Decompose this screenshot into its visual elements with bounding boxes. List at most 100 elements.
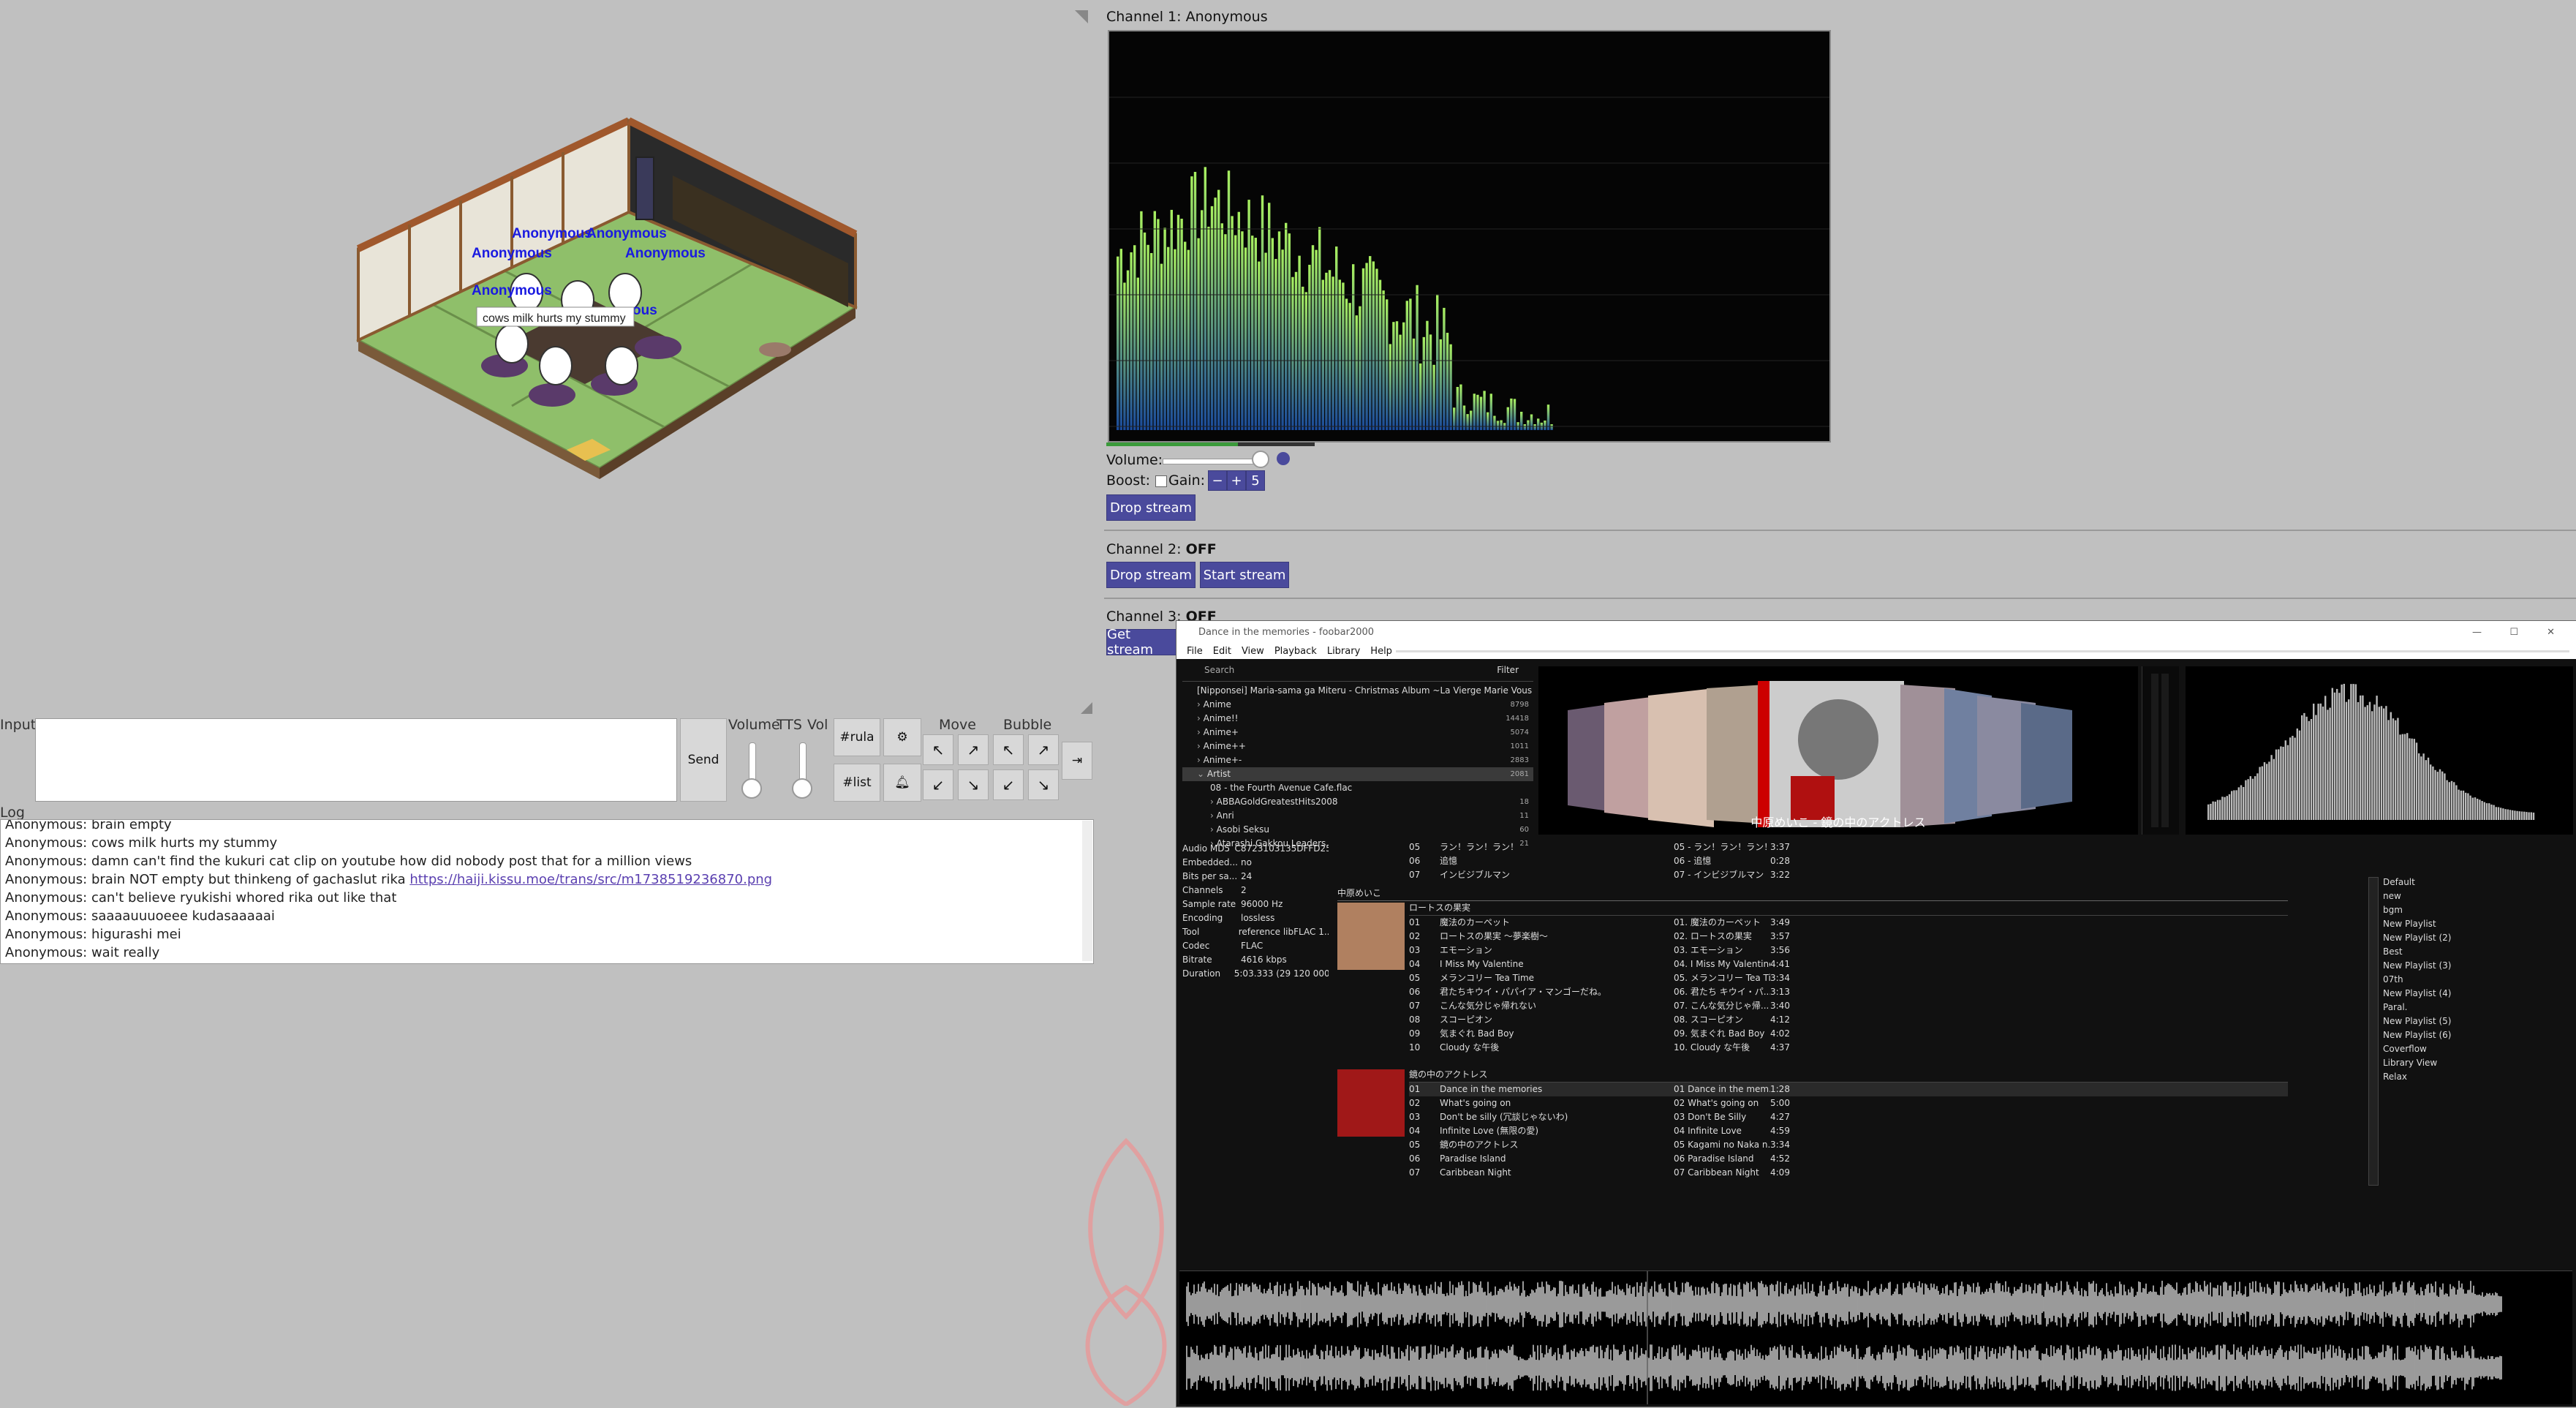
tree-item[interactable]: › Anime+ 5074 bbox=[1182, 726, 1533, 739]
playlist-item[interactable]: Default bbox=[2383, 876, 2558, 889]
channel-volume-knob[interactable] bbox=[1252, 451, 1269, 468]
filter-button[interactable]: Filter bbox=[1497, 665, 1519, 675]
menu-help[interactable]: Help bbox=[1370, 646, 1392, 657]
tree-item[interactable]: › Anri 11 bbox=[1182, 809, 1533, 823]
bell-icon[interactable]: 🔔︎ bbox=[883, 764, 921, 802]
track-row[interactable]: 03 Don't be silly (冗談じゃないわ) 03 Don't Be Si… bbox=[1409, 1110, 2288, 1124]
track-row[interactable]: 01 Dance in the memories 01 Dance in the m… bbox=[1409, 1083, 2288, 1096]
rula-button[interactable]: #rula bbox=[834, 718, 880, 756]
track-row[interactable]: 06 Paradise Island 06 Paradise Island 4:52 bbox=[1409, 1152, 2288, 1166]
gain-minus-button[interactable]: − bbox=[1208, 470, 1227, 491]
track-row[interactable]: 07 インビジブルマン 07 - インビジブルマン 3:22 bbox=[1409, 868, 2288, 882]
tree-expand-icon[interactable]: › bbox=[1197, 727, 1204, 737]
info-icon[interactable] bbox=[1277, 452, 1290, 465]
waveform-seekbar[interactable] bbox=[1179, 1270, 2572, 1404]
playlist-item[interactable]: Library View bbox=[2383, 1056, 2558, 1070]
start-stream-button[interactable]: Start stream bbox=[1200, 562, 1289, 588]
track-row[interactable]: 05 ラン！ラン！ラン！ 05 - ラン！ラン！ラン！ 3:37 bbox=[1409, 840, 2288, 854]
room-canvas[interactable]: Anonymous Anonymous Anonymous Anonymous … bbox=[0, 0, 1095, 713]
playlist-item[interactable]: New Playlist (6) bbox=[2383, 1028, 2558, 1042]
tree-item[interactable]: › Asobi Seksu 60 bbox=[1182, 823, 1533, 837]
track-row[interactable]: 06 追憶 06 - 追憶 0:28 bbox=[1409, 854, 2288, 868]
tree-item[interactable]: › Anime!! 14418 bbox=[1182, 712, 1533, 726]
resize-handle[interactable] bbox=[1081, 702, 1092, 714]
playlist-item[interactable]: Coverflow bbox=[2383, 1042, 2558, 1056]
playlist-item[interactable]: 07th bbox=[2383, 973, 2558, 987]
bubble-down-left-icon[interactable]: ↙ bbox=[993, 769, 1024, 800]
tree-item[interactable]: 08 - the Fourth Avenue Cafe.flac bbox=[1182, 781, 1533, 795]
playlist-item[interactable]: New Playlist (5) bbox=[2383, 1014, 2558, 1028]
bubble-down-right-icon[interactable]: ↘ bbox=[1028, 769, 1059, 800]
send-button[interactable]: Send bbox=[680, 718, 727, 802]
playlist-scrollbar[interactable] bbox=[2368, 877, 2379, 1186]
move-up-right-icon[interactable]: ↗ bbox=[958, 734, 989, 765]
tree-expand-icon[interactable]: › bbox=[1197, 713, 1204, 723]
logout-icon[interactable]: ⇥ bbox=[1062, 742, 1092, 780]
gain-checkbox[interactable] bbox=[1155, 475, 1167, 487]
seekbar[interactable] bbox=[1396, 650, 2569, 652]
track-row[interactable]: 04 Infinite Love (無限の愛) 04 Infinite Love 4:… bbox=[1409, 1124, 2288, 1138]
playlist-manager[interactable]: Default new bgm New Playlist New Playlist (2… bbox=[2383, 876, 2558, 1084]
tree-expand-icon[interactable]: › bbox=[1197, 741, 1204, 751]
tree-item[interactable]: › Anime++ 1011 bbox=[1182, 739, 1533, 753]
track-row[interactable]: 07 こんな気分じゃ帰れない 07. こんな気分じゃ帰... 3:40 bbox=[1409, 999, 2288, 1013]
tree-expand-icon[interactable]: › bbox=[1210, 824, 1217, 835]
coverflow[interactable] bbox=[1538, 666, 2138, 835]
track-row[interactable]: 08 スコーピオン 08. スコーピオン 4:12 bbox=[1409, 1013, 2288, 1027]
log-link[interactable]: https://haiji.kissu.moe/trans/src/m17385… bbox=[409, 872, 772, 887]
track-row[interactable]: 07 Caribbean Night 07 Caribbean Night 4:09 bbox=[1409, 1166, 2288, 1180]
track-row[interactable]: 04 I Miss My Valentine 04. I Miss My Valen… bbox=[1409, 957, 2288, 971]
chat-log[interactable]: Anonymous: brain empty Anonymous: cows m… bbox=[0, 819, 1094, 964]
menu-view[interactable]: View bbox=[1242, 646, 1264, 657]
tree-expand-icon[interactable]: › bbox=[1197, 699, 1204, 709]
playlist-item[interactable]: Best bbox=[2383, 945, 2558, 959]
room-expand-icon[interactable] bbox=[1075, 10, 1088, 23]
close-icon[interactable]: ✕ bbox=[2547, 627, 2555, 638]
menu-library[interactable]: Library bbox=[1327, 646, 1360, 657]
volume-slider-knob[interactable] bbox=[741, 778, 762, 799]
bubble-up-left-icon[interactable]: ↖ bbox=[993, 734, 1024, 765]
track-row[interactable]: 01 魔法のカーペット 01. 魔法のカーペット 3:49 bbox=[1409, 916, 2288, 930]
tree-item[interactable]: [Nipponsei] Maria-sama ga Miteru - Chris… bbox=[1182, 684, 1533, 698]
tree-expand-icon[interactable]: › bbox=[1197, 755, 1204, 765]
get-stream-button[interactable]: Get stream bbox=[1106, 627, 1181, 658]
minimize-icon[interactable]: — bbox=[2472, 627, 2482, 638]
track-row[interactable]: 05 鏡の中のアクトレス 05 Kagami no Naka n... 3:34 bbox=[1409, 1138, 2288, 1152]
search-input[interactable]: Search bbox=[1204, 665, 1234, 675]
menu-edit[interactable]: Edit bbox=[1213, 646, 1231, 657]
track-row[interactable]: 03 エモーション 03. エモーション 3:56 bbox=[1409, 944, 2288, 957]
tree-expand-icon[interactable]: › bbox=[1210, 797, 1217, 807]
bubble-up-right-icon[interactable]: ↗ bbox=[1028, 734, 1059, 765]
playlist-item[interactable]: New Playlist bbox=[2383, 917, 2558, 931]
tree-expand-icon[interactable]: ⌄ bbox=[1197, 769, 1207, 779]
drop-stream-button-1[interactable]: Drop stream bbox=[1106, 494, 1196, 521]
track-row[interactable]: 06 君たちキウイ・パパイア・マンゴーだね。 06. 君たち キウイ・パ... 3:1… bbox=[1409, 985, 2288, 999]
gain-plus-button[interactable]: + bbox=[1227, 470, 1246, 491]
window-titlebar[interactable]: Dance in the memories - foobar2000 — ☐ ✕ bbox=[1176, 621, 2576, 643]
playlist-item[interactable]: Relax bbox=[2383, 1070, 2558, 1084]
maximize-icon[interactable]: ☐ bbox=[2509, 627, 2518, 638]
menu-file[interactable]: File bbox=[1187, 646, 1203, 657]
playlist-item[interactable]: new bbox=[2383, 889, 2558, 903]
track-row[interactable]: 09 気まぐれ Bad Boy 09. 気まぐれ Bad Boy 4:02 bbox=[1409, 1027, 2288, 1041]
menu-playback[interactable]: Playback bbox=[1274, 646, 1317, 657]
settings-gear-icon[interactable]: ⚙ bbox=[883, 718, 921, 756]
playlist-item[interactable]: New Playlist (2) bbox=[2383, 931, 2558, 945]
tree-item[interactable]: › Anime+- 2883 bbox=[1182, 753, 1533, 767]
foobar-window[interactable]: Dance in the memories - foobar2000 — ☐ ✕… bbox=[1176, 620, 2576, 1407]
tree-item[interactable]: ⌄ Artist 2081 bbox=[1182, 767, 1533, 781]
library-search[interactable]: Search Filter bbox=[1182, 665, 1533, 682]
move-up-left-icon[interactable]: ↖ bbox=[923, 734, 953, 765]
library-tree[interactable]: [Nipponsei] Maria-sama ga Miteru - Chris… bbox=[1182, 684, 1533, 851]
drop-stream-button-2[interactable]: Drop stream bbox=[1106, 562, 1196, 588]
tree-item[interactable]: › ABBAGoldGreatestHits2008 18 bbox=[1182, 795, 1533, 809]
track-row[interactable]: 10 Cloudy な午後 10. Cloudy な午後 4:37 bbox=[1409, 1041, 2288, 1055]
channel-volume-slider[interactable] bbox=[1163, 459, 1266, 464]
log-scrollbar[interactable] bbox=[1082, 821, 1092, 961]
tree-item[interactable]: › Anime 8798 bbox=[1182, 698, 1533, 712]
tts-slider-knob[interactable] bbox=[792, 778, 812, 799]
playlist-item[interactable]: New Playlist (3) bbox=[2383, 959, 2558, 973]
list-button[interactable]: #list bbox=[834, 764, 880, 802]
tree-expand-icon[interactable]: › bbox=[1210, 810, 1217, 821]
chat-input[interactable] bbox=[35, 718, 677, 802]
